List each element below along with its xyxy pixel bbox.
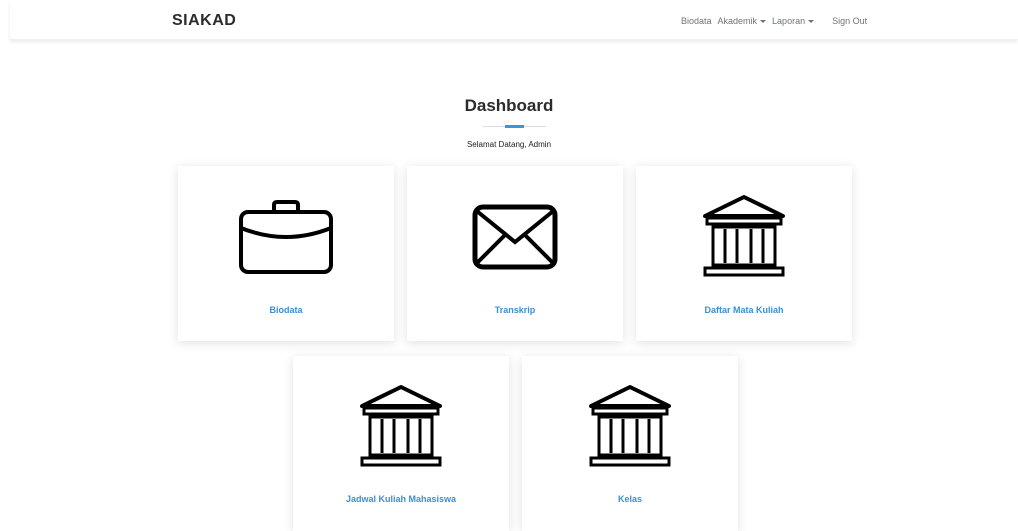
page-title: Dashboard [464,96,554,115]
bank-building-icon [589,385,671,467]
nav-item-akademik[interactable]: Akademik [718,16,767,26]
bank-building-icon [703,195,785,277]
card-label: Transkrip [494,305,536,315]
sign-out-link[interactable]: Sign Out [832,16,867,26]
nav-menu: Biodata Akademik Laporan Sign Out [681,16,867,26]
card-label: Daftar Mata Kuliah [704,305,784,315]
brand-logo[interactable]: SIAKAD [172,12,236,30]
title-divider-accent [505,125,524,128]
nav-item-label: Laporan [772,16,806,26]
card-label: Jadwal Kuliah Mahasiswa [345,494,457,504]
caret-down-icon [808,19,815,23]
top-navbar: SIAKAD Biodata Akademik Laporan Sign Out [10,0,1018,40]
card-jadwal-kuliah-mahasiswa[interactable]: Jadwal Kuliah Mahasiswa [293,356,509,531]
card-kelas[interactable]: Kelas [522,356,738,531]
nav-item-laporan[interactable]: Laporan [772,16,815,26]
nav-item-label: Akademik [717,16,758,26]
welcome-text: Selamat Datang, Admin [466,140,552,149]
card-transkrip[interactable]: Transkrip [407,166,623,341]
envelope-icon [472,204,558,270]
card-label: Biodata [269,305,303,315]
nav-item-label: Biodata [681,16,712,26]
caret-down-icon [760,19,767,23]
card-biodata[interactable]: Biodata [178,166,394,341]
bank-building-icon [360,385,442,467]
nav-item-biodata[interactable]: Biodata [681,16,712,26]
card-label: Kelas [617,494,643,504]
briefcase-icon [239,200,333,274]
card-daftar-mata-kuliah[interactable]: Daftar Mata Kuliah [636,166,852,341]
